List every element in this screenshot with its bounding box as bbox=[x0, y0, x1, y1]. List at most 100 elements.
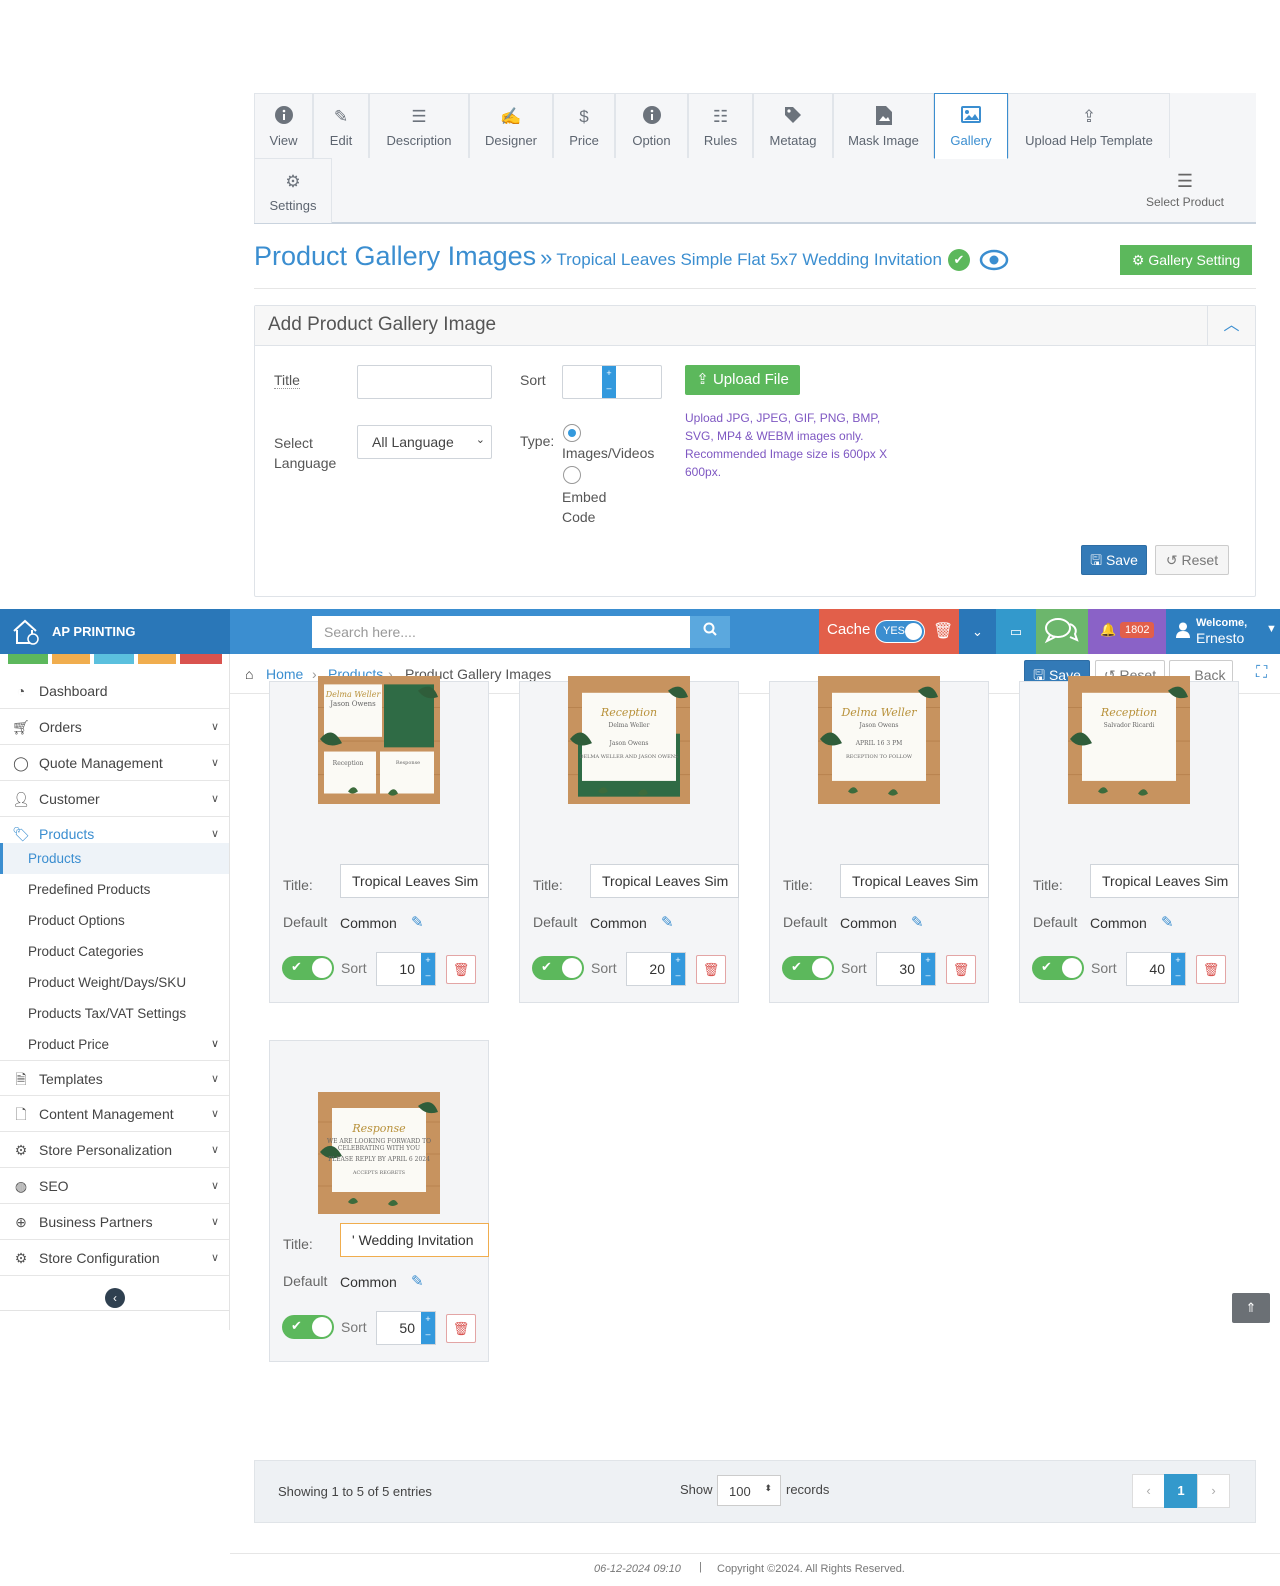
tab-description[interactable]: ☰ Description bbox=[369, 93, 469, 158]
sidebar-item-dashboard[interactable]: ◔ Dashboard bbox=[0, 673, 229, 709]
gallery-thumbnail[interactable]: Response WE ARE LOOKING FORWARD TO CELEBR… bbox=[318, 1092, 440, 1214]
card-title-input[interactable]: Tropical Leaves Sim bbox=[340, 864, 489, 898]
sidebar-sub-products-tax[interactable]: Products Tax/VAT Settings bbox=[0, 998, 229, 1029]
sort-input[interactable]: + – bbox=[562, 365, 662, 399]
gear-icon: ⚙ bbox=[285, 172, 301, 191]
quick-button-red[interactable] bbox=[180, 654, 222, 664]
page-1-button[interactable]: 1 bbox=[1164, 1474, 1198, 1508]
gallery-thumbnail[interactable]: Reception Salvador Ricardi bbox=[1068, 676, 1190, 804]
sidebar-item-business-partners[interactable]: ⊕ Business Partners ∨ bbox=[0, 1204, 229, 1240]
upload-file-button[interactable]: ⇪ Upload File bbox=[685, 365, 800, 395]
edit-icon[interactable]: ✎ bbox=[911, 913, 924, 931]
sidebar-item-store-personalization[interactable]: ⚙ Store Personalization ∨ bbox=[0, 1132, 229, 1168]
sidebar-collapse-icon[interactable]: ‹ bbox=[105, 1288, 125, 1308]
divider bbox=[254, 288, 1256, 289]
brand[interactable]: AP PRINTING bbox=[0, 609, 230, 654]
panel-save-button[interactable]: 🖫 Save bbox=[1081, 545, 1147, 575]
edit-icon[interactable]: ✎ bbox=[1161, 913, 1174, 931]
sort-stepper[interactable]: + – bbox=[1171, 953, 1185, 985]
monitor-icon[interactable]: ▭ bbox=[996, 609, 1036, 654]
gallery-thumbnail[interactable]: Delma Weller Jason Owens Reception Response bbox=[318, 676, 440, 804]
quick-button-orange[interactable] bbox=[52, 654, 90, 664]
tab-edit[interactable]: ✎ Edit bbox=[313, 93, 369, 158]
card-title-input[interactable]: Tropical Leaves Sim bbox=[1090, 864, 1239, 898]
sidebar-item-store-configuration[interactable]: ⚙ Store Configuration ∨ bbox=[0, 1240, 229, 1276]
type-embed-radio[interactable] bbox=[563, 466, 581, 484]
language-select[interactable]: All Language ⌄ bbox=[357, 425, 492, 459]
sidebar-item-seo[interactable]: ◍ SEO ∨ bbox=[0, 1168, 229, 1204]
tab-metatag[interactable]: Metatag bbox=[753, 93, 833, 158]
trash-icon[interactable]: 🗑 bbox=[446, 1314, 476, 1343]
sidebar-item-orders[interactable]: 🛒︎ Orders ∨ bbox=[0, 709, 229, 745]
sidebar-sub-product-price[interactable]: Product Price ∨ bbox=[0, 1029, 229, 1060]
sidebar-item-quote-management[interactable]: ◯ Quote Management ∨ bbox=[0, 745, 229, 781]
sort-stepper[interactable]: + – bbox=[602, 366, 616, 398]
chevron-up-icon[interactable]: ︿ bbox=[1207, 306, 1255, 345]
gallery-setting-button[interactable]: ⚙ Gallery Setting bbox=[1120, 245, 1252, 275]
tab-designer[interactable]: ✍ Designer bbox=[469, 93, 553, 158]
sidebar-sub-product-categories[interactable]: Product Categories bbox=[0, 936, 229, 967]
chat-icon[interactable] bbox=[1036, 609, 1088, 654]
tab-price[interactable]: $ Price bbox=[553, 93, 615, 158]
entries-info: Showing 1 to 5 of 5 entries bbox=[278, 1484, 432, 1499]
scroll-top-icon[interactable]: ⇑ bbox=[1232, 1293, 1270, 1323]
sidebar-sub-product-weight[interactable]: Product Weight/Days/SKU bbox=[0, 967, 229, 998]
card-title-input[interactable]: Tropical Leaves Sim bbox=[840, 864, 989, 898]
title-input[interactable] bbox=[357, 365, 492, 399]
type-images-radio[interactable] bbox=[563, 424, 581, 442]
select-product-button[interactable]: ☰ Select Product bbox=[1120, 171, 1250, 209]
notifications[interactable]: 🔔 1802 bbox=[1088, 609, 1166, 654]
sidebar-sub-predefined-products[interactable]: Predefined Products bbox=[0, 874, 229, 905]
sidebar-quick-buttons bbox=[8, 654, 222, 664]
card-status-toggle[interactable]: ✔ bbox=[532, 956, 584, 980]
card-title-input[interactable]: ' Wedding Invitation bbox=[340, 1223, 489, 1257]
sidebar-item-customer[interactable]: 👤︎ Customer ∨ bbox=[0, 781, 229, 817]
breadcrumb-home[interactable]: Home bbox=[266, 666, 303, 682]
sidebar-item-content-management[interactable]: 🗋 Content Management ∨ bbox=[0, 1096, 229, 1132]
sort-stepper[interactable]: + – bbox=[921, 953, 935, 985]
trash-icon[interactable]: 🗑 bbox=[696, 955, 726, 984]
card-title-input[interactable]: Tropical Leaves Sim bbox=[590, 864, 739, 898]
tab-option[interactable]: Option bbox=[615, 93, 688, 158]
prev-page-button[interactable]: ‹ bbox=[1132, 1474, 1165, 1508]
tab-view[interactable]: View bbox=[254, 93, 313, 158]
card-status-toggle[interactable]: ✔ bbox=[282, 1315, 334, 1339]
sidebar-sub-products[interactable]: Products bbox=[0, 843, 229, 874]
search-input[interactable]: Search here.... bbox=[312, 616, 690, 648]
trash-icon[interactable]: 🗑 bbox=[933, 621, 953, 641]
quick-button-yellow[interactable] bbox=[138, 654, 176, 664]
gallery-thumbnail[interactable]: Reception Delma Weller Jason Owens DELMA WE… bbox=[568, 676, 690, 804]
tab-mask-image[interactable]: Mask Image bbox=[833, 93, 934, 158]
gallery-thumbnail[interactable]: Delma Weller Jason Owens APRIL 16 3 PM RECE… bbox=[818, 676, 940, 804]
quick-button-green[interactable] bbox=[8, 654, 48, 664]
trash-icon[interactable]: 🗑 bbox=[946, 955, 976, 984]
search-icon[interactable] bbox=[690, 616, 730, 648]
user-menu[interactable]: Welcome, Ernesto ▼ bbox=[1166, 609, 1280, 654]
sidebar-item-templates[interactable]: 🗎 Templates ∨ bbox=[0, 1060, 229, 1096]
sort-stepper[interactable]: + – bbox=[671, 953, 685, 985]
quick-button-blue[interactable] bbox=[94, 654, 134, 664]
tab-upload-help-template[interactable]: ⇪ Upload Help Template bbox=[1008, 93, 1170, 158]
edit-icon[interactable]: ✎ bbox=[661, 913, 674, 931]
cache-toggle[interactable]: YES bbox=[875, 620, 925, 643]
trash-icon[interactable]: 🗑 bbox=[446, 955, 476, 984]
records-select[interactable]: 100 ⬍ bbox=[717, 1475, 781, 1506]
next-page-button[interactable]: › bbox=[1197, 1474, 1230, 1508]
card-status-toggle[interactable]: ✔ bbox=[282, 956, 334, 980]
thumbnail-text: PLEASE REPLY BY APRIL 6 2024 bbox=[328, 1156, 430, 1163]
sort-stepper[interactable]: + – bbox=[421, 953, 435, 985]
tab-rules[interactable]: ☷ Rules bbox=[688, 93, 753, 158]
tab-gallery[interactable]: Gallery bbox=[934, 93, 1008, 159]
panel-reset-button[interactable]: ↺ Reset bbox=[1155, 545, 1229, 575]
trash-icon[interactable]: 🗑 bbox=[1196, 955, 1226, 984]
edit-icon[interactable]: ✎ bbox=[411, 913, 424, 931]
edit-icon[interactable]: ✎ bbox=[411, 1272, 424, 1290]
chevron-down-icon[interactable]: ⌄ bbox=[959, 609, 996, 654]
card-status-toggle[interactable]: ✔ bbox=[1032, 956, 1084, 980]
card-status-toggle[interactable]: ✔ bbox=[782, 956, 834, 980]
sidebar-sub-product-options[interactable]: Product Options bbox=[0, 905, 229, 936]
fullscreen-icon[interactable]: ⛶ bbox=[1256, 664, 1267, 682]
sort-stepper[interactable]: + – bbox=[421, 1312, 435, 1344]
eye-icon[interactable] bbox=[979, 248, 1009, 272]
tab-settings[interactable]: ⚙ Settings bbox=[254, 158, 332, 223]
